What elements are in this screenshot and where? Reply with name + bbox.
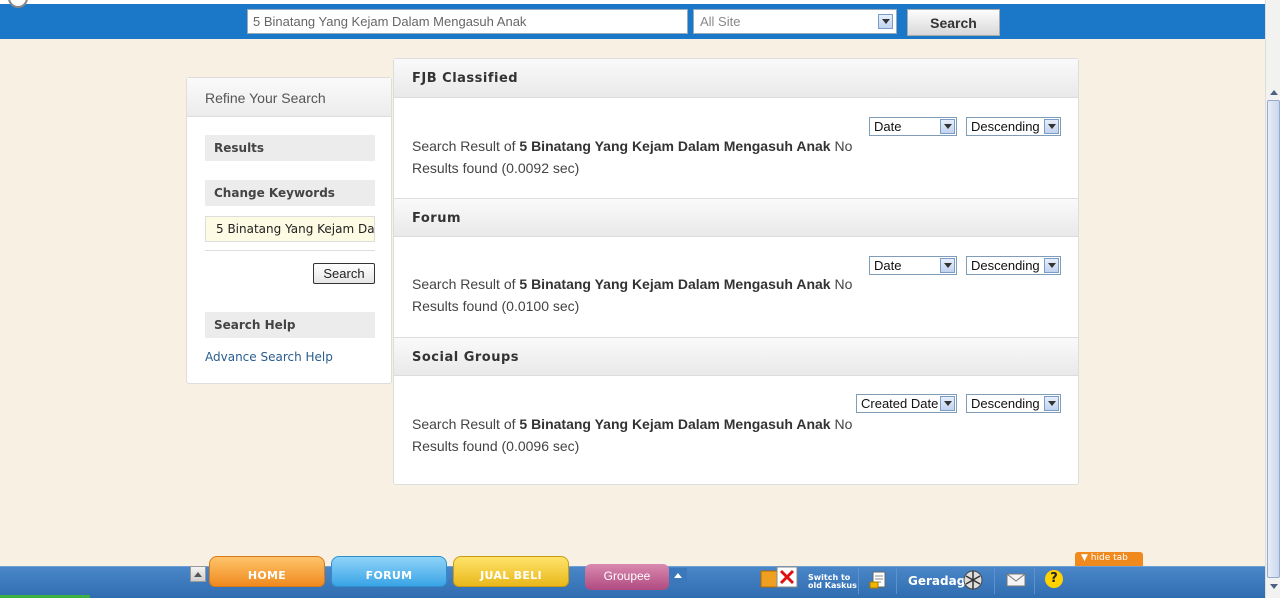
sort-field-select[interactable]: Date — [869, 117, 957, 136]
refine-panel: Refine Your Search Results Change Keywor… — [186, 77, 392, 384]
logo-icon — [8, 0, 28, 8]
keyword-input[interactable]: 5 Binatang Yang Kejam Dalam Mengasuh Ana… — [205, 216, 375, 242]
avatar-icon[interactable] — [962, 569, 984, 591]
divider — [896, 568, 897, 594]
sort-order-value: Descending — [971, 258, 1040, 273]
result-query: 5 Binatang Yang Kejam Dalam Mengasuh Ana… — [519, 138, 831, 154]
sort-field-value: Date — [874, 258, 902, 273]
chevron-down-icon — [1044, 119, 1059, 134]
scroll-down-arrow-icon[interactable] — [1267, 580, 1280, 593]
collapse-up-icon[interactable] — [190, 566, 206, 582]
tab-home[interactable]: HOME — [209, 556, 325, 587]
tab-jual-beli[interactable]: JUAL BELI — [453, 556, 569, 587]
divider — [858, 568, 859, 594]
sort-order-select[interactable]: Descending — [966, 117, 1061, 136]
top-bar: All Site Search — [0, 0, 1265, 39]
search-help-label: Search Help — [205, 312, 375, 338]
result-text: Search Result of 5 Binatang Yang Kejam D… — [412, 135, 862, 179]
scroll-thumb[interactable] — [1267, 100, 1280, 578]
groupee-expand-icon[interactable] — [669, 568, 687, 586]
scroll-up-arrow-icon[interactable] — [1267, 86, 1280, 99]
result-prefix: Search Result of — [412, 138, 520, 154]
results-section-label: Results — [205, 135, 375, 161]
section-title-fjb: FJB Classified — [394, 59, 1078, 98]
help-icon[interactable]: ? — [1045, 570, 1063, 588]
chevron-down-icon — [940, 396, 955, 411]
search-scope-value: All Site — [700, 14, 741, 29]
chevron-down-icon — [940, 258, 955, 273]
switch-line-2: old Kaskus — [808, 581, 857, 590]
result-prefix: Search Result of — [412, 416, 520, 432]
section-title-social-groups: Social Groups — [394, 337, 1078, 376]
hide-tab-button[interactable]: ▼ hide tab — [1075, 552, 1143, 566]
divider — [205, 250, 375, 251]
chevron-down-icon — [940, 119, 955, 134]
top-search-button[interactable]: Search — [907, 9, 1000, 36]
sort-order-value: Descending — [971, 396, 1040, 411]
divider — [994, 568, 995, 594]
tab-groupee[interactable]: Groupee — [585, 564, 669, 590]
tab-forum[interactable]: FORUM — [331, 556, 447, 587]
result-query: 5 Binatang Yang Kejam Dalam Mengasuh Ana… — [519, 416, 831, 432]
refine-title: Refine Your Search — [187, 78, 391, 117]
chevron-down-icon — [1044, 258, 1059, 273]
sort-field-select[interactable]: Created Date — [856, 394, 957, 413]
sort-order-select[interactable]: Descending — [966, 394, 1061, 413]
sort-order-value: Descending — [971, 119, 1040, 134]
sort-field-select[interactable]: Date — [869, 256, 957, 275]
sort-field-value: Date — [874, 119, 902, 134]
result-prefix: Search Result of — [412, 276, 520, 292]
refine-search-button[interactable]: Search — [313, 263, 375, 284]
mail-icon[interactable] — [1006, 572, 1026, 588]
chevron-down-icon — [878, 14, 893, 29]
section-title-forum: Forum — [394, 198, 1078, 237]
result-query: 5 Binatang Yang Kejam Dalam Mengasuh Ana… — [519, 276, 831, 292]
change-keywords-label: Change Keywords — [205, 180, 375, 206]
sort-field-value: Created Date — [861, 396, 939, 411]
vertical-scrollbar[interactable] — [1265, 0, 1280, 598]
chevron-down-icon — [1044, 396, 1059, 411]
results-panel: FJB Classified Date Descending Search Re… — [393, 58, 1079, 485]
switch-kaskus-icon[interactable] — [759, 563, 803, 591]
username[interactable]: Geradag — [908, 574, 965, 588]
result-text: Search Result of 5 Binatang Yang Kejam D… — [412, 413, 862, 457]
divider — [1034, 568, 1035, 594]
switch-kaskus-label[interactable]: Switch to old Kaskus — [808, 574, 858, 590]
search-scope-select[interactable]: All Site — [693, 9, 897, 34]
top-search-input[interactable] — [247, 9, 688, 34]
notes-icon[interactable] — [868, 570, 888, 590]
result-text: Search Result of 5 Binatang Yang Kejam D… — [412, 273, 862, 317]
sort-order-select[interactable]: Descending — [966, 256, 1061, 275]
advance-search-help-link[interactable]: Advance Search Help — [205, 350, 333, 364]
